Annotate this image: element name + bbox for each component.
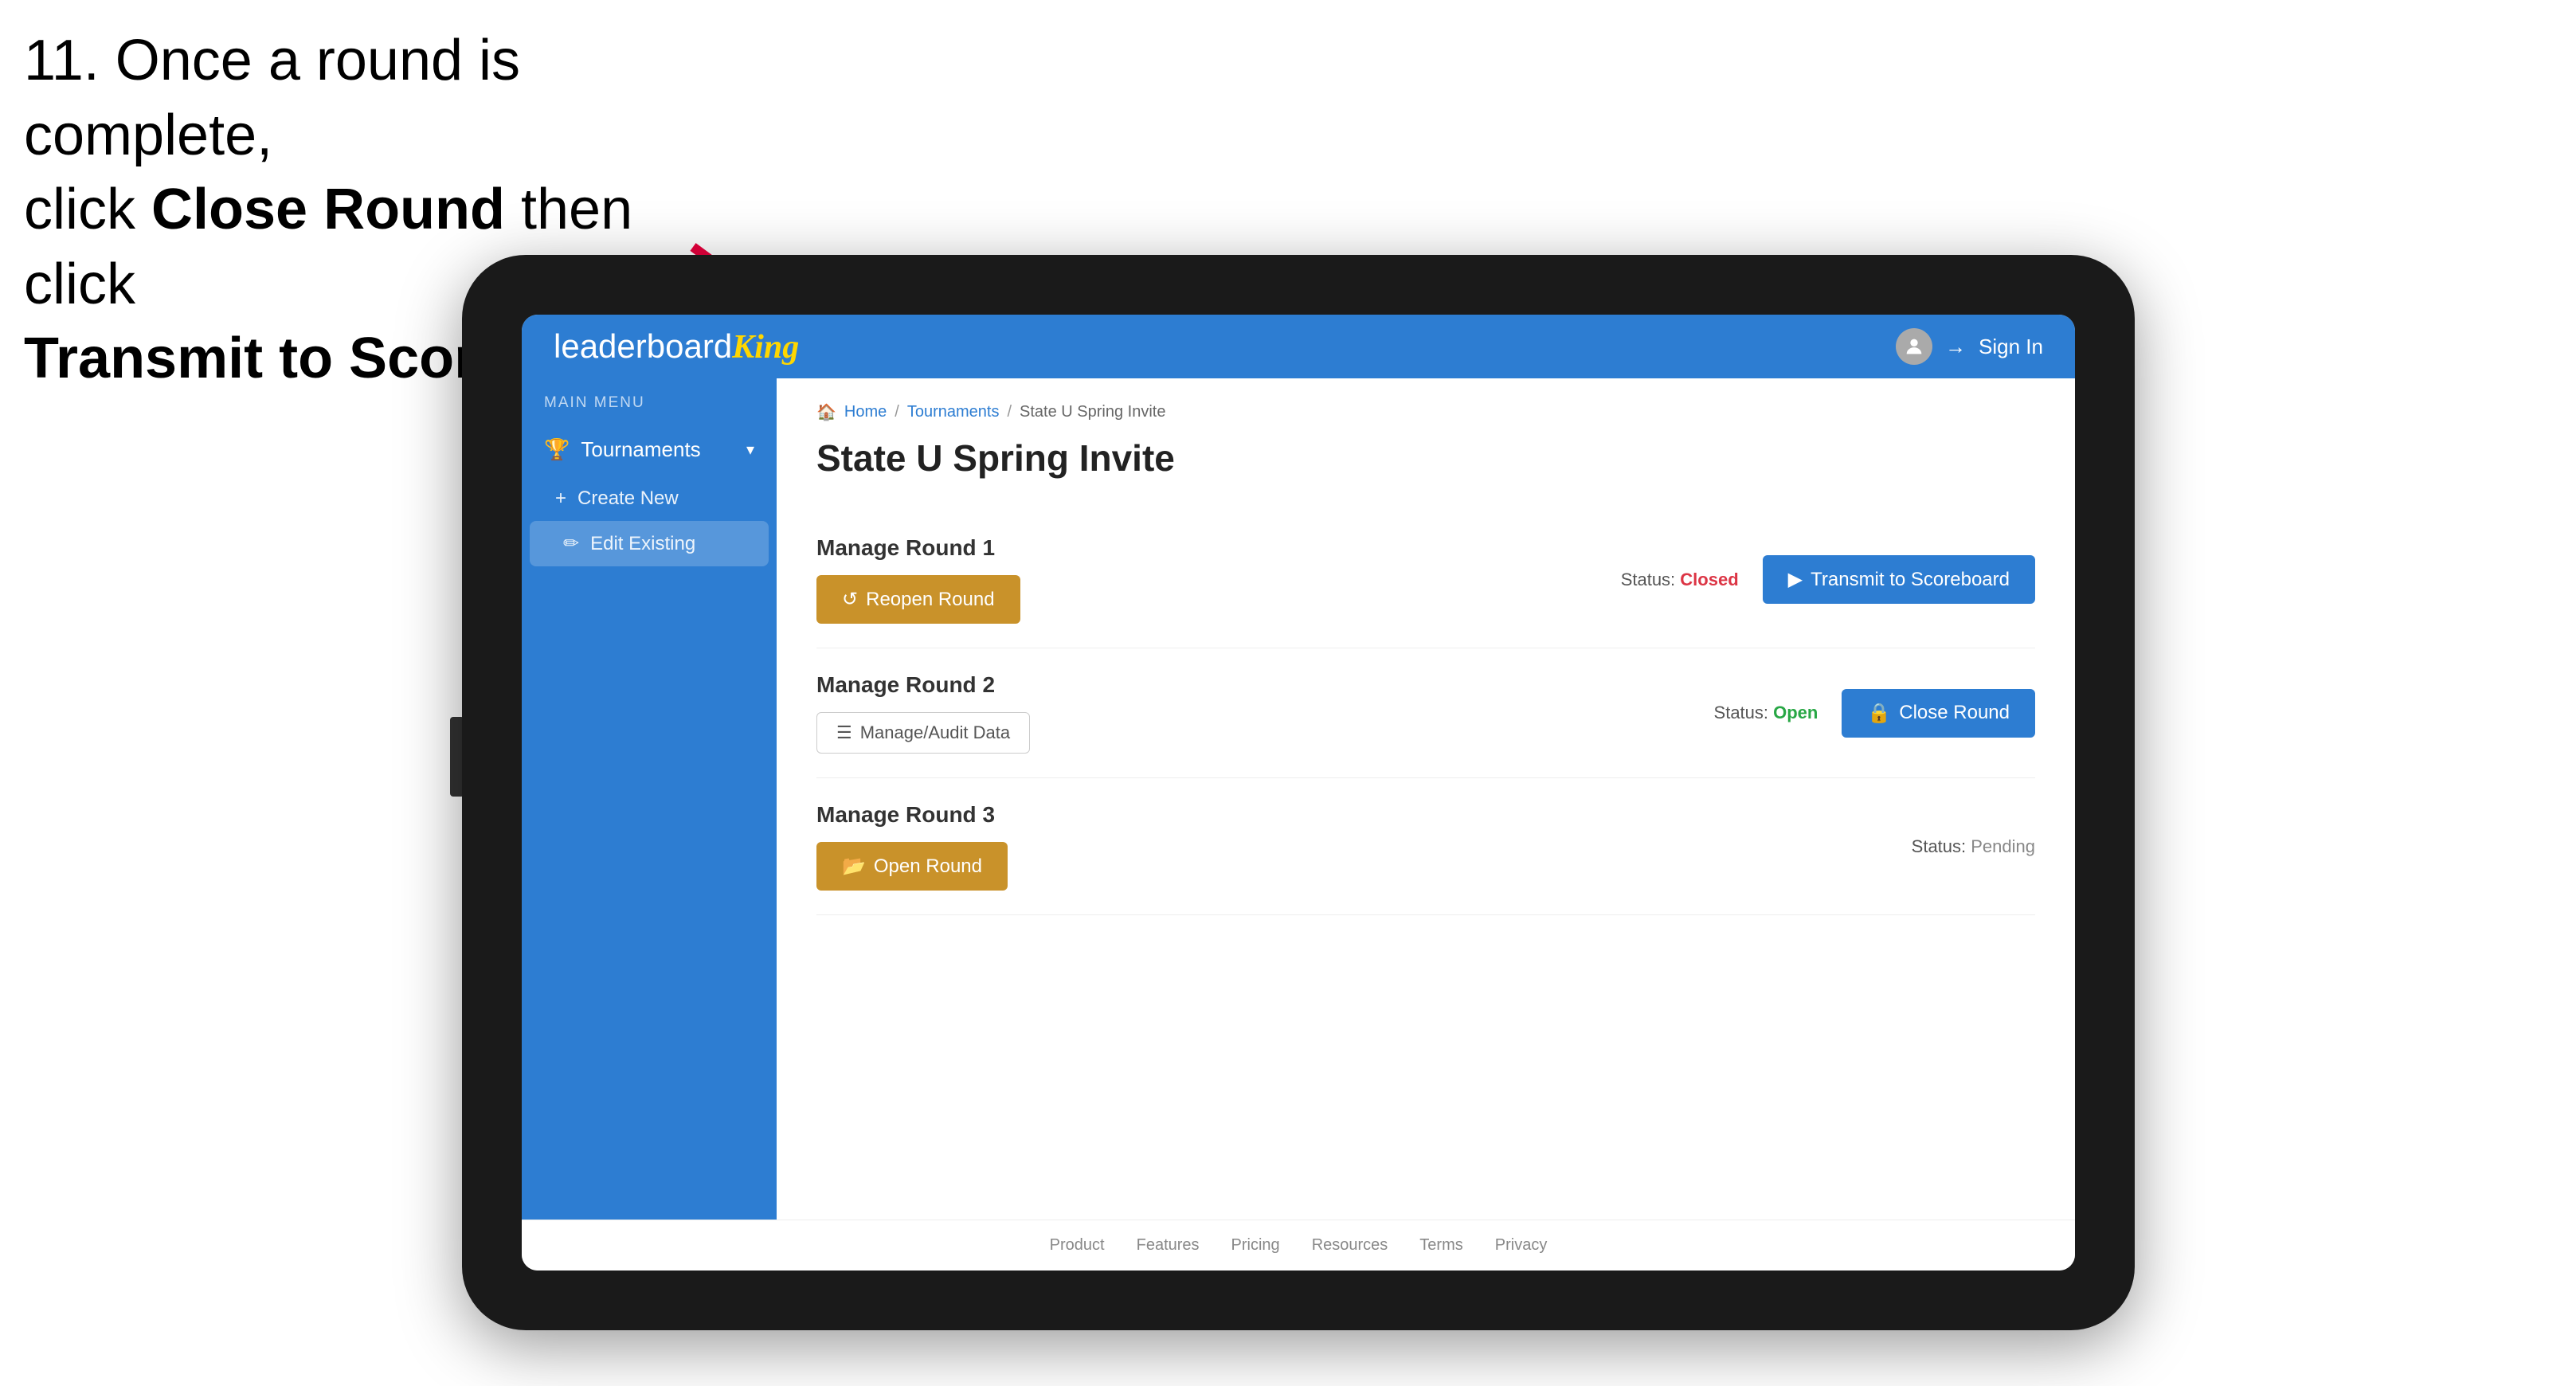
round-2-status: Status: Open bbox=[1714, 703, 1818, 723]
sign-in-area[interactable]: → Sign In bbox=[1896, 328, 2043, 365]
reopen-icon: ↺ bbox=[842, 588, 858, 611]
open-round-label: Open Round bbox=[874, 855, 982, 878]
open-icon: 📂 bbox=[842, 855, 866, 878]
instruction-line2: click bbox=[24, 178, 151, 241]
sign-in-label[interactable]: Sign In bbox=[1979, 335, 2043, 359]
avatar-icon bbox=[1896, 328, 1932, 365]
footer-pricing[interactable]: Pricing bbox=[1231, 1236, 1280, 1255]
round-1-status: Status: Closed bbox=[1621, 570, 1739, 590]
edit-existing-label: Edit Existing bbox=[590, 533, 695, 555]
sidebar: MAIN MENU 🏆 Tournaments ▾ + Create New ✏… bbox=[522, 378, 777, 1220]
page-title: State U Spring Invite bbox=[816, 437, 2035, 480]
instruction-bold1: Close Round bbox=[151, 178, 505, 241]
round-3-title: Manage Round 3 bbox=[816, 802, 1912, 828]
round-3-right: Status: Pending bbox=[1912, 836, 2035, 857]
sidebar-edit-existing[interactable]: ✏ Edit Existing bbox=[530, 521, 769, 566]
round-3-left: Manage Round 3 📂 Open Round bbox=[816, 802, 1912, 891]
sidebar-create-new[interactable]: + Create New bbox=[522, 476, 777, 521]
sidebar-item-tournaments[interactable]: 🏆 Tournaments ▾ bbox=[522, 423, 777, 476]
tablet-screen: leaderboardKing → Sign In MAIN MENU bbox=[522, 315, 2075, 1270]
tablet-frame: leaderboardKing → Sign In MAIN MENU bbox=[462, 255, 2135, 1330]
audit-icon: ☰ bbox=[836, 722, 852, 743]
top-bar: leaderboardKing → Sign In bbox=[522, 315, 2075, 378]
reopen-round-label: Reopen Round bbox=[866, 589, 994, 611]
round-2-status-value: Open bbox=[1773, 703, 1818, 722]
transmit-icon: ▶ bbox=[1788, 568, 1803, 591]
logo: leaderboardKing bbox=[554, 327, 799, 366]
home-icon: 🏠 bbox=[816, 402, 836, 422]
round-1-status-value: Closed bbox=[1680, 570, 1738, 589]
round-2-left: Manage Round 2 ☰ Manage/Audit Data bbox=[816, 672, 1714, 754]
round-1-right: Status: Closed ▶ Transmit to Scoreboard bbox=[1621, 555, 2035, 604]
edit-icon: ✏ bbox=[563, 532, 579, 555]
manage-audit-label: Manage/Audit Data bbox=[860, 722, 1010, 743]
reopen-round-button[interactable]: ↺ Reopen Round bbox=[816, 575, 1020, 624]
round-1-title: Manage Round 1 bbox=[816, 535, 1621, 561]
main-layout: MAIN MENU 🏆 Tournaments ▾ + Create New ✏… bbox=[522, 378, 2075, 1220]
create-new-label: Create New bbox=[577, 487, 679, 510]
transmit-to-scoreboard-button[interactable]: ▶ Transmit to Scoreboard bbox=[1763, 555, 2035, 604]
breadcrumb-sep2: / bbox=[1007, 403, 1012, 421]
round-2-section: Manage Round 2 ☰ Manage/Audit Data Statu… bbox=[816, 648, 2035, 778]
transmit-label: Transmit to Scoreboard bbox=[1811, 569, 2010, 591]
breadcrumb-sep1: / bbox=[895, 403, 899, 421]
sidebar-tournaments-label: Tournaments bbox=[581, 437, 700, 462]
breadcrumb-current: State U Spring Invite bbox=[1020, 403, 1165, 421]
logo-king: King bbox=[732, 329, 799, 366]
signin-arrow-icon: → bbox=[1945, 335, 1966, 359]
round-3-status-value: Pending bbox=[1971, 836, 2035, 856]
breadcrumb-home[interactable]: Home bbox=[844, 403, 887, 421]
round-1-left: Manage Round 1 ↺ Reopen Round bbox=[816, 535, 1621, 624]
manage-audit-data-button[interactable]: ☰ Manage/Audit Data bbox=[816, 712, 1030, 754]
footer-product[interactable]: Product bbox=[1050, 1236, 1105, 1255]
round-3-status: Status: Pending bbox=[1912, 836, 2035, 857]
round-3-section: Manage Round 3 📂 Open Round Status: Pend… bbox=[816, 778, 2035, 915]
footer: Product Features Pricing Resources Terms… bbox=[522, 1220, 2075, 1270]
close-round-button[interactable]: 🔒 Close Round bbox=[1842, 689, 2035, 738]
footer-features[interactable]: Features bbox=[1137, 1236, 1200, 1255]
trophy-icon: 🏆 bbox=[544, 437, 570, 462]
footer-resources[interactable]: Resources bbox=[1312, 1236, 1388, 1255]
footer-terms[interactable]: Terms bbox=[1419, 1236, 1462, 1255]
content-area: 🏠 Home / Tournaments / State U Spring In… bbox=[777, 378, 2075, 1220]
round-2-right: Status: Open 🔒 Close Round bbox=[1714, 689, 2035, 738]
open-round-button[interactable]: 📂 Open Round bbox=[816, 842, 1008, 891]
round-2-title: Manage Round 2 bbox=[816, 672, 1714, 698]
plus-icon: + bbox=[555, 487, 566, 510]
chevron-down-icon: ▾ bbox=[746, 440, 754, 460]
lock-icon: 🔒 bbox=[1867, 702, 1891, 725]
close-round-label: Close Round bbox=[1899, 702, 2010, 724]
instruction-line1: 11. Once a round is complete, bbox=[24, 29, 520, 167]
breadcrumb-tournaments[interactable]: Tournaments bbox=[907, 403, 1000, 421]
footer-privacy[interactable]: Privacy bbox=[1495, 1236, 1548, 1255]
breadcrumb: 🏠 Home / Tournaments / State U Spring In… bbox=[816, 402, 2035, 422]
round-1-section: Manage Round 1 ↺ Reopen Round Status: Cl… bbox=[816, 511, 2035, 648]
main-menu-label: MAIN MENU bbox=[522, 394, 777, 423]
